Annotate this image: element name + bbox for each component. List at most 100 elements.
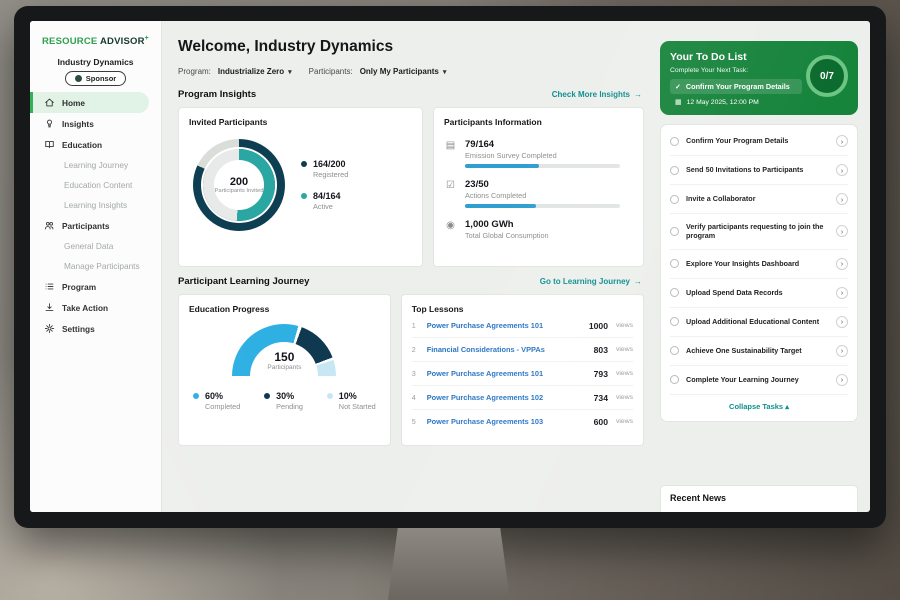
- lesson-link[interactable]: Power Purchase Agreements 101: [427, 369, 588, 378]
- lesson-link[interactable]: Power Purchase Agreements 102: [427, 393, 588, 402]
- task-checkbox[interactable]: [670, 259, 679, 268]
- sidebar-item-home[interactable]: Home: [30, 92, 149, 113]
- task-checkbox[interactable]: [670, 137, 679, 146]
- logo-secondary: ADVISOR: [100, 36, 145, 47]
- participants-select[interactable]: Only My Participants ▾: [360, 67, 447, 76]
- monitor-stand: [388, 528, 510, 600]
- legend-value: 164/200: [313, 159, 346, 169]
- sidebar-item-education[interactable]: Education: [30, 134, 161, 155]
- link-label: Check More Insights: [552, 90, 630, 99]
- sidebar-item-learning-insights[interactable]: Learning Insights: [30, 195, 161, 215]
- chevron-right-icon[interactable]: ›: [836, 258, 848, 270]
- legend-item-active: 84/164 Active: [301, 191, 348, 211]
- task-checkbox[interactable]: [670, 195, 679, 204]
- chevron-right-icon[interactable]: ›: [836, 374, 848, 386]
- org-name: Industry Dynamics: [30, 57, 161, 67]
- chevron-down-icon: ▾: [288, 68, 292, 76]
- book-icon: [44, 139, 55, 150]
- task-row[interactable]: Verify participants requesting to join t…: [670, 214, 848, 250]
- lesson-views-suffix: views: [616, 394, 633, 401]
- invited-donut-chart: 200 Participants Invited: [193, 139, 285, 231]
- chevron-right-icon[interactable]: ›: [836, 345, 848, 357]
- sidebar-item-learning-journey[interactable]: Learning Journey: [30, 155, 161, 175]
- program-select[interactable]: Industrialize Zero ▾: [218, 67, 292, 76]
- chevron-up-icon: ▴: [785, 402, 789, 411]
- legend-item-completed: 60% Completed: [193, 391, 240, 411]
- lesson-rank: 4: [412, 393, 421, 402]
- sidebar-item-program[interactable]: Program: [30, 276, 161, 297]
- sidebar-item-label: Learning Journey: [64, 160, 128, 170]
- chevron-right-icon[interactable]: ›: [836, 287, 848, 299]
- info-row-survey: ▤ 79/164 Emission Survey Completed: [444, 139, 633, 168]
- sidebar-item-label: Education: [62, 140, 102, 150]
- lesson-row: 1 Power Purchase Agreements 101 1000 vie…: [412, 314, 633, 338]
- task-row[interactable]: Confirm Your Program Details ›: [670, 127, 848, 156]
- check-more-insights-link[interactable]: Check More Insights →: [552, 90, 642, 99]
- sidebar-item-education-content[interactable]: Education Content: [30, 175, 161, 195]
- lesson-link[interactable]: Financial Considerations - VPPAs: [427, 345, 588, 354]
- gauge-center: 150 Participants: [189, 350, 380, 371]
- progress-bar-fill: [465, 204, 536, 208]
- sidebar-item-participants[interactable]: Participants: [30, 215, 161, 236]
- chevron-right-icon[interactable]: ›: [836, 193, 848, 205]
- task-row[interactable]: Achieve One Sustainability Target ›: [670, 337, 848, 366]
- chevron-right-icon[interactable]: ›: [836, 225, 848, 237]
- chevron-right-icon[interactable]: ›: [836, 316, 848, 328]
- list-icon: [44, 281, 55, 292]
- sidebar-nav: Home Insights Education Learning Journey…: [30, 92, 161, 339]
- task-checkbox[interactable]: [670, 346, 679, 355]
- participants-select-value: Only My Participants: [360, 67, 439, 76]
- lesson-row: 2 Financial Considerations - VPPAs 803 v…: [412, 338, 633, 362]
- task-checkbox[interactable]: [670, 375, 679, 384]
- sidebar-item-take-action[interactable]: Take Action: [30, 297, 161, 318]
- legend-dot: [301, 161, 307, 167]
- chevron-down-icon: ▾: [443, 68, 447, 76]
- task-row[interactable]: Upload Additional Educational Content ›: [670, 308, 848, 337]
- sidebar-item-insights[interactable]: Insights: [30, 113, 161, 134]
- top-lessons-card: Top Lessons 1 Power Purchase Agreements …: [401, 294, 644, 446]
- lesson-link[interactable]: Power Purchase Agreements 101: [427, 321, 583, 330]
- legend-value: 10%: [339, 391, 357, 401]
- collapse-label: Collapse Tasks: [729, 402, 783, 411]
- program-insights-header: Program Insights Check More Insights →: [178, 89, 642, 100]
- sidebar-item-label: Participants: [62, 221, 110, 231]
- sponsor-badge[interactable]: Sponsor: [65, 71, 126, 86]
- collapse-tasks-link[interactable]: Collapse Tasks ▴: [670, 395, 848, 419]
- sidebar-item-label: Education Content: [64, 180, 132, 190]
- go-to-learning-journey-link[interactable]: Go to Learning Journey →: [540, 277, 642, 286]
- task-row[interactable]: Complete Your Learning Journey ›: [670, 366, 848, 395]
- task-label: Complete Your Learning Journey: [686, 375, 829, 384]
- legend-item-not-started: 10% Not Started: [327, 391, 376, 411]
- task-row[interactable]: Upload Spend Data Records ›: [670, 279, 848, 308]
- link-label: Go to Learning Journey: [540, 277, 630, 286]
- sidebar-item-label: General Data: [64, 241, 113, 251]
- sidebar-item-manage-participants[interactable]: Manage Participants: [30, 256, 161, 276]
- sponsor-label: Sponsor: [86, 74, 116, 83]
- task-checkbox[interactable]: [670, 317, 679, 326]
- sidebar-item-settings[interactable]: Settings: [30, 318, 161, 339]
- todo-summary-card: Your To Do List Complete Your Next Task:…: [660, 41, 858, 115]
- task-row[interactable]: Send 50 Invitations to Participants ›: [670, 156, 848, 185]
- sidebar-item-general-data[interactable]: General Data: [30, 236, 161, 256]
- task-checkbox[interactable]: [670, 288, 679, 297]
- task-checkbox[interactable]: [670, 166, 679, 175]
- gear-icon: [44, 323, 55, 334]
- next-task-label: Confirm Your Program Details: [686, 82, 790, 91]
- logo-primary: RESOURCE: [42, 36, 97, 47]
- info-value: 79/164: [465, 139, 494, 150]
- card-title: Education Progress: [189, 304, 380, 314]
- lesson-rank: 2: [412, 345, 421, 354]
- task-row[interactable]: Invite a Collaborator ›: [670, 185, 848, 214]
- task-row[interactable]: Explore Your Insights Dashboard ›: [670, 250, 848, 279]
- task-checkbox[interactable]: [670, 227, 679, 236]
- filter-bar: Program: Industrialize Zero ▾ Participan…: [178, 67, 644, 76]
- card-title: Top Lessons: [412, 304, 633, 314]
- program-select-value: Industrialize Zero: [218, 67, 284, 76]
- task-label: Upload Spend Data Records: [686, 288, 829, 297]
- lesson-link[interactable]: Power Purchase Agreements 103: [427, 417, 588, 426]
- next-task[interactable]: ✓ Confirm Your Program Details: [670, 79, 802, 94]
- chevron-right-icon[interactable]: ›: [836, 164, 848, 176]
- chevron-right-icon[interactable]: ›: [836, 135, 848, 147]
- gauge-center-value: 150: [189, 350, 380, 364]
- check-icon: ✓: [675, 83, 681, 91]
